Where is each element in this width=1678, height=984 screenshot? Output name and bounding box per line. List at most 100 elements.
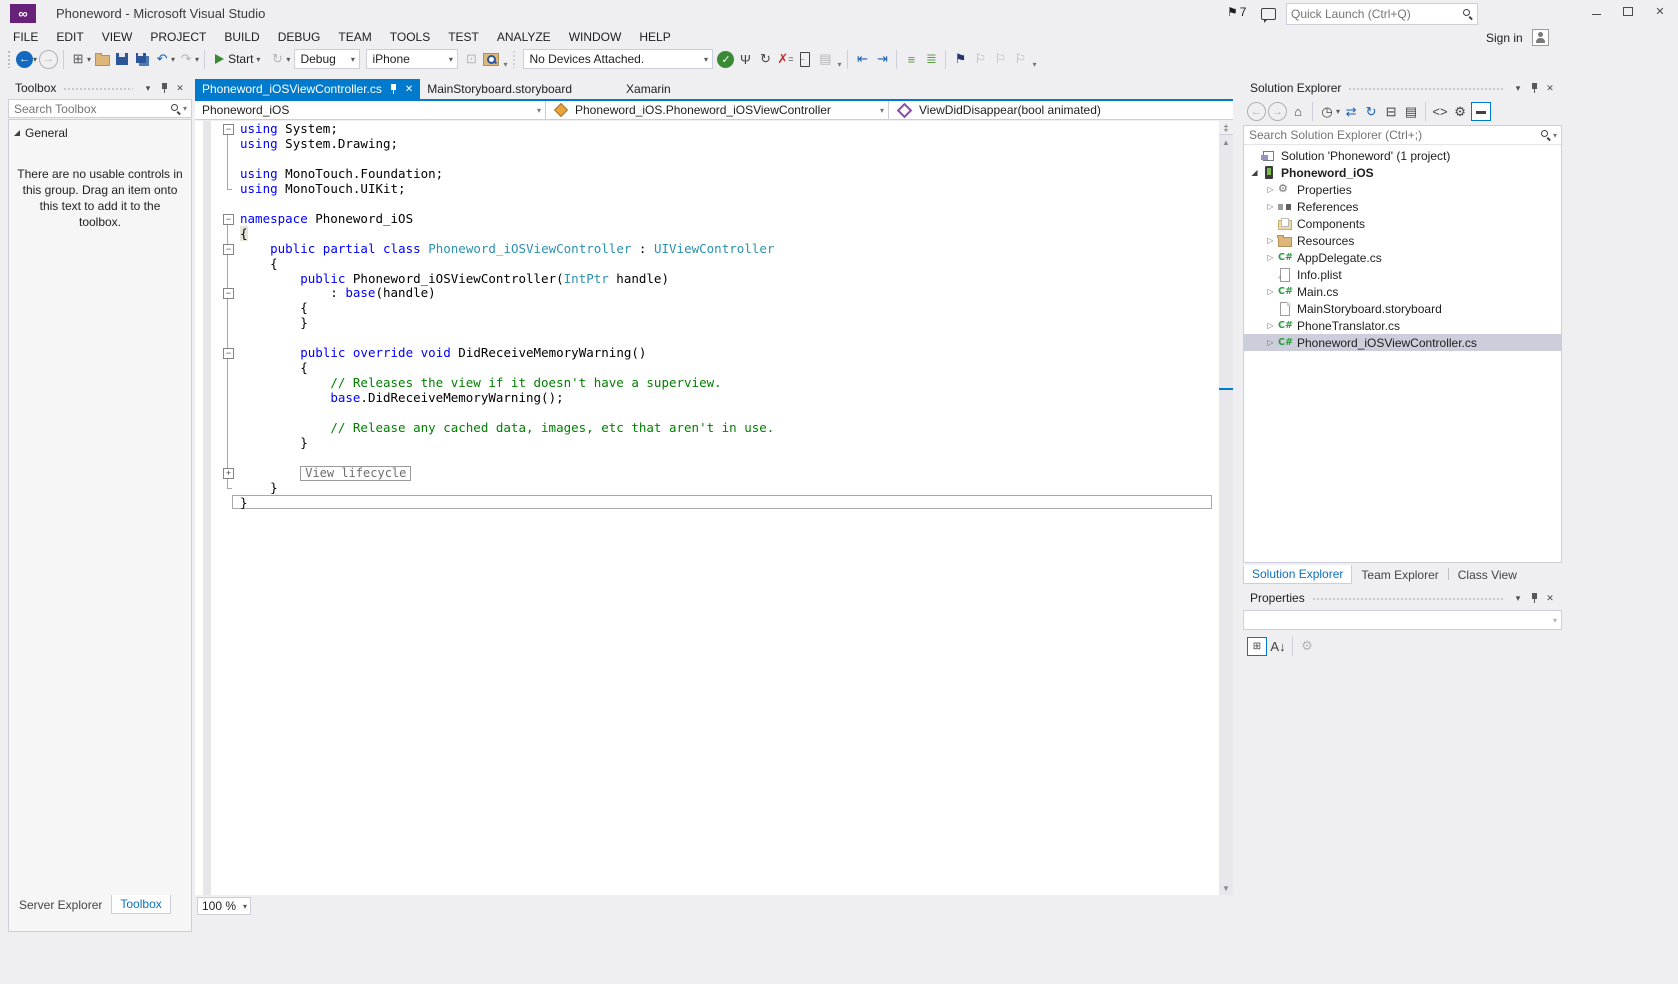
back-icon[interactable]: ← bbox=[1247, 102, 1266, 121]
toolbar-overflow-icon[interactable]: ▾ bbox=[837, 60, 841, 72]
scroll-down-icon[interactable]: ▼ bbox=[1219, 881, 1233, 895]
restore-button[interactable] bbox=[1612, 0, 1644, 22]
menu-project[interactable]: PROJECT bbox=[141, 28, 215, 46]
next-bookmark-icon[interactable]: ⚐ bbox=[991, 49, 1009, 69]
chevron-down-icon[interactable]: ▾ bbox=[182, 104, 191, 113]
tab-toolbox[interactable]: Toolbox bbox=[111, 895, 170, 914]
connect-device-icon[interactable]: Ψ bbox=[736, 49, 754, 69]
tree-item-properties[interactable]: ▷⚙Properties bbox=[1244, 181, 1561, 198]
pin-icon[interactable] bbox=[156, 80, 172, 96]
close-button[interactable]: ✕ bbox=[1644, 0, 1676, 22]
user-avatar-icon[interactable] bbox=[1532, 29, 1549, 46]
prev-bookmark-icon[interactable]: ⚐ bbox=[971, 49, 989, 69]
menu-edit[interactable]: EDIT bbox=[47, 28, 92, 46]
pin-icon[interactable] bbox=[389, 83, 398, 95]
solution-explorer-grip[interactable] bbox=[1348, 87, 1503, 92]
save-icon[interactable] bbox=[113, 49, 131, 69]
menu-analyze[interactable]: ANALYZE bbox=[488, 28, 560, 46]
deploy-device-icon[interactable] bbox=[796, 49, 814, 69]
document-tab[interactable]: Xamarin bbox=[619, 79, 678, 99]
switch-views-icon[interactable]: ⇄ bbox=[1342, 102, 1360, 122]
start-debug-button[interactable]: Start▾ bbox=[211, 49, 265, 69]
menu-tools[interactable]: TOOLS bbox=[381, 28, 439, 46]
fold-collapse-icon[interactable]: − bbox=[223, 214, 234, 225]
chevron-down-icon[interactable]: ▾ bbox=[33, 55, 37, 64]
close-icon[interactable]: ✕ bbox=[172, 80, 188, 96]
editor-horizontal-scrollbar[interactable]: 100 % ▾ bbox=[195, 896, 1233, 916]
sync-icon[interactable]: ↻ bbox=[756, 49, 774, 69]
editor-vertical-scrollbar[interactable]: ‡ ▲ ▼ bbox=[1219, 121, 1233, 895]
tab-server-explorer[interactable]: Server Explorer bbox=[10, 895, 111, 915]
refresh-icon[interactable]: ↻ bbox=[1362, 102, 1380, 122]
new-window-icon[interactable]: ⊞ bbox=[69, 49, 87, 69]
device-copy-icon[interactable]: ▤ bbox=[816, 49, 834, 69]
home-icon[interactable]: ⌂ bbox=[1289, 102, 1307, 122]
indent-icon[interactable]: ⇥ bbox=[873, 49, 891, 69]
tree-item-appdelegate-cs[interactable]: ▷C#AppDelegate.cs bbox=[1244, 249, 1561, 266]
menu-test[interactable]: TEST bbox=[439, 28, 488, 46]
fold-collapse-icon[interactable]: − bbox=[223, 244, 234, 255]
tree-item-components[interactable]: Components bbox=[1244, 215, 1561, 232]
toolbar-overflow-icon[interactable]: ▾ bbox=[1032, 60, 1036, 72]
fold-collapse-icon[interactable]: − bbox=[223, 288, 234, 299]
collapsed-region[interactable]: View lifecycle bbox=[300, 466, 411, 481]
toggle-bookmark-icon[interactable]: ⚑ bbox=[951, 49, 969, 69]
close-icon[interactable]: ✕ bbox=[405, 84, 413, 95]
tree-item-solution-phoneword-1-project-[interactable]: Solution 'Phoneword' (1 project) bbox=[1244, 147, 1561, 164]
view-code-icon[interactable]: <> bbox=[1431, 102, 1449, 122]
editor-zoom-combo[interactable]: 100 % ▾ bbox=[197, 897, 251, 915]
menu-help[interactable]: HELP bbox=[630, 28, 679, 46]
close-icon[interactable]: ✕ bbox=[1542, 590, 1558, 606]
forward-icon[interactable]: → bbox=[1268, 102, 1287, 121]
fold-collapse-icon[interactable]: − bbox=[223, 124, 234, 135]
solution-explorer-search-input[interactable] bbox=[1244, 128, 1540, 142]
categorized-icon[interactable]: ⊞ bbox=[1247, 637, 1267, 656]
sign-in-link[interactable]: Sign in bbox=[1486, 31, 1523, 45]
comment-lines-icon[interactable]: ≡ bbox=[902, 49, 920, 69]
clear-bookmarks-icon[interactable]: ⚐ bbox=[1011, 49, 1029, 69]
collapsed-arrow-icon[interactable]: ▷ bbox=[1264, 202, 1277, 211]
menu-view[interactable]: VIEW bbox=[93, 28, 142, 46]
build-status-icon[interactable]: ✓ bbox=[717, 51, 734, 68]
undo-icon[interactable]: ↶ bbox=[153, 49, 171, 69]
device-combo[interactable]: No Devices Attached.▾ bbox=[523, 49, 713, 69]
tab-team-explorer[interactable]: Team Explorer bbox=[1352, 565, 1447, 585]
menu-build[interactable]: BUILD bbox=[215, 28, 268, 46]
tree-item-mainstoryboard-storyboard[interactable]: MainStoryboard.storyboard bbox=[1244, 300, 1561, 317]
properties-wrench-icon[interactable]: ⚙ bbox=[1451, 102, 1469, 122]
toolbox-search-box[interactable]: ▾ bbox=[8, 99, 192, 118]
collapse-all-icon[interactable]: ⊟ bbox=[1382, 102, 1400, 122]
document-tab[interactable]: MainStoryboard.storyboard bbox=[420, 79, 579, 99]
toolbox-group-general[interactable]: General bbox=[9, 120, 191, 140]
window-position-icon[interactable]: ▾ bbox=[140, 80, 156, 96]
minimize-button[interactable] bbox=[1580, 0, 1612, 22]
navigate-back-icon[interactable]: ← bbox=[16, 51, 33, 68]
chevron-down-icon[interactable]: ▾ bbox=[171, 55, 175, 64]
feedback-icon[interactable] bbox=[1261, 8, 1276, 23]
menu-file[interactable]: FILE bbox=[4, 28, 47, 46]
collapsed-arrow-icon[interactable]: ▷ bbox=[1264, 321, 1277, 330]
toolbar-overflow-icon[interactable]: ▾ bbox=[503, 60, 507, 72]
menu-window[interactable]: WINDOW bbox=[560, 28, 631, 46]
window-position-icon[interactable]: ▾ bbox=[1510, 80, 1526, 96]
collapsed-arrow-icon[interactable]: ▷ bbox=[1264, 185, 1277, 194]
tree-item-info-plist[interactable]: Info.plist bbox=[1244, 266, 1561, 283]
find-in-files-icon[interactable] bbox=[482, 49, 500, 69]
toolbox-search-input[interactable] bbox=[9, 102, 170, 116]
chevron-down-icon[interactable]: ▾ bbox=[87, 55, 91, 64]
clear-device-icon[interactable]: ✗= bbox=[776, 49, 794, 69]
quick-launch-input[interactable] bbox=[1287, 7, 1462, 21]
expanded-arrow-icon[interactable]: ◢ bbox=[1248, 168, 1261, 177]
redo-icon[interactable]: ↷ bbox=[177, 49, 195, 69]
project-dropdown[interactable]: Phoneword_iOS ▾ bbox=[195, 101, 546, 119]
fold-expand-icon[interactable]: + bbox=[223, 468, 234, 479]
solution-platforms-combo[interactable]: iPhone▾ bbox=[366, 49, 458, 69]
preview-selected-items-icon[interactable]: ▬ bbox=[1471, 102, 1491, 121]
tree-item-phonetranslator-cs[interactable]: ▷C#PhoneTranslator.cs bbox=[1244, 317, 1561, 334]
navigate-forward-icon[interactable]: → bbox=[39, 50, 58, 69]
window-position-icon[interactable]: ▾ bbox=[1510, 590, 1526, 606]
tree-item-phoneword-ios[interactable]: ◢Phoneword_iOS bbox=[1244, 164, 1561, 181]
restart-icon[interactable]: ↻ bbox=[268, 49, 286, 69]
tree-item-resources[interactable]: ▷Resources bbox=[1244, 232, 1561, 249]
document-tab[interactable]: Phoneword_iOSViewController.cs✕ bbox=[195, 79, 420, 99]
